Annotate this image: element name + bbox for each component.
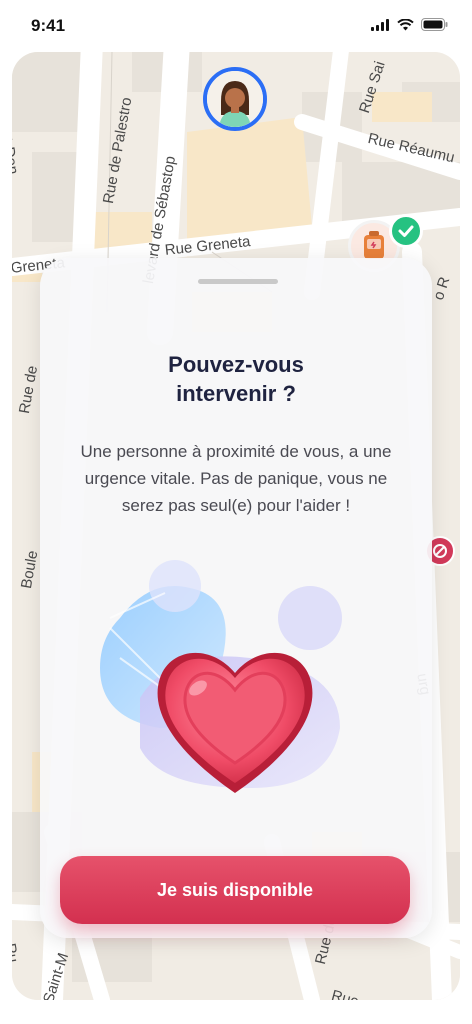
modal-title: Pouvez-vous intervenir ? bbox=[168, 352, 304, 406]
modal-description: Une personne à proximité de vous, a une … bbox=[80, 442, 392, 515]
status-time: 9:41 bbox=[31, 16, 66, 35]
drag-handle[interactable] bbox=[198, 279, 278, 284]
wifi-icon bbox=[397, 18, 414, 30]
signal-icon bbox=[371, 18, 389, 31]
heart-illustration bbox=[100, 560, 342, 793]
check-badge bbox=[389, 214, 423, 248]
available-button[interactable]: Je suis disponible bbox=[60, 856, 410, 924]
status-bar: 9:41 bbox=[0, 0, 472, 52]
user-avatar-icon bbox=[207, 71, 263, 127]
check-icon bbox=[398, 225, 414, 237]
status-icons bbox=[371, 18, 448, 31]
battery-icon bbox=[421, 18, 448, 31]
user-avatar-marker[interactable] bbox=[203, 67, 267, 131]
intervention-modal: Pouvez-vous intervenir ? Une personne à … bbox=[40, 258, 432, 938]
